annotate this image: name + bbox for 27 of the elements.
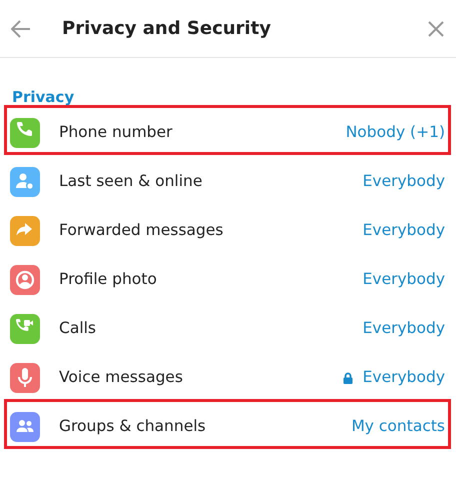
row-label: Last seen & online <box>59 170 202 192</box>
row-value: Everybody <box>362 170 445 192</box>
window-title: Privacy and Security <box>62 17 271 41</box>
row-value: Everybody <box>362 366 445 388</box>
section-heading: Privacy <box>12 88 74 106</box>
settings-row[interactable]: Groups & channels My contacts <box>0 402 456 451</box>
settings-row[interactable]: Profile photo Everybody <box>0 255 456 304</box>
close-button[interactable] <box>426 18 446 38</box>
close-icon <box>428 20 444 36</box>
back-button[interactable] <box>10 18 32 40</box>
back-arrow-icon <box>11 20 31 38</box>
row-label: Phone number <box>59 122 172 143</box>
settings-row[interactable]: Calls Everybody <box>0 304 456 353</box>
row-label: Voice messages <box>59 366 183 388</box>
settings-row[interactable]: Forwarded messages Everybody <box>0 206 456 255</box>
row-label: Groups & channels <box>59 416 206 437</box>
row-label: Calls <box>59 318 96 339</box>
row-label: Forwarded messages <box>59 220 224 241</box>
row-value: Nobody (+1) <box>346 122 445 143</box>
settings-row[interactable]: Last seen & online Everybody <box>0 157 456 206</box>
row-value: My contacts <box>351 416 445 437</box>
settings-row[interactable]: Voice messages Everybody <box>0 353 456 402</box>
row-value: Everybody <box>362 220 445 241</box>
row-label: Profile photo <box>59 268 157 290</box>
row-value: Everybody <box>362 318 445 339</box>
row-value: Everybody <box>362 268 445 290</box>
settings-row[interactable]: Phone number Nobody (+1) <box>0 108 456 157</box>
